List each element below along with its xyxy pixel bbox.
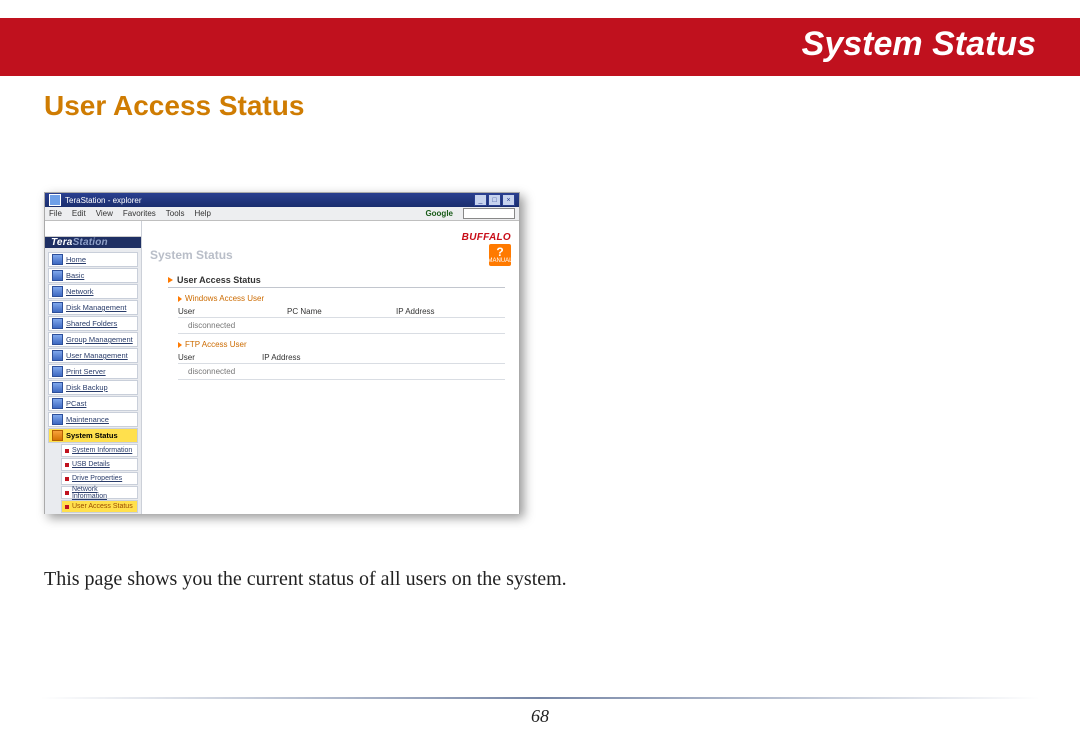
ftp-section-title: FTP Access User (178, 340, 505, 349)
breadcrumb: System Status (150, 248, 233, 262)
page-number: 68 (0, 706, 1080, 727)
subnav-list: System Information USB Details Drive Pro… (61, 444, 141, 514)
page-banner: System Status (0, 18, 1080, 76)
menu-favorites[interactable]: Favorites (123, 209, 156, 218)
ftp-column-headers: User IP Address (178, 352, 505, 364)
product-brand: TeraStation (45, 237, 141, 248)
description-text: This page shows you the current status o… (44, 568, 567, 591)
embedded-screenshot: TeraStation - explorer _ □ × File Edit V… (44, 192, 520, 514)
nav-group-management[interactable]: Group Management (48, 332, 138, 347)
banner-title: System Status (802, 25, 1036, 64)
subnav-drive-properties[interactable]: Drive Properties (61, 472, 138, 485)
menu-tools[interactable]: Tools (166, 209, 185, 218)
nav-print-server[interactable]: Print Server (48, 364, 138, 379)
menu-edit[interactable]: Edit (72, 209, 86, 218)
manual-label: MANUAL (488, 258, 513, 264)
minimize-button[interactable]: _ (474, 194, 487, 206)
google-search-input[interactable] (463, 208, 515, 219)
menu-help[interactable]: Help (194, 209, 210, 218)
nav-network[interactable]: Network (48, 284, 138, 299)
col-pcname: PC Name (287, 307, 396, 316)
windows-section-title: Windows Access User (178, 294, 505, 303)
menu-file[interactable]: File (49, 209, 62, 218)
nav-maintenance[interactable]: Maintenance (48, 412, 138, 427)
footer-divider (40, 697, 1040, 699)
col-ip: IP Address (262, 353, 301, 362)
window-titlebar: TeraStation - explorer _ □ × (45, 193, 519, 207)
subnav-system-information[interactable]: System Information (61, 444, 138, 457)
col-user: User (178, 353, 262, 362)
brand-spacer (45, 221, 141, 237)
panel: User Access Status Windows Access User U… (168, 275, 505, 386)
window-title: TeraStation - explorer (65, 196, 141, 205)
col-user: User (178, 307, 287, 316)
google-toolbar-label: Google (425, 209, 453, 218)
nav-basic[interactable]: Basic (48, 268, 138, 283)
panel-title: User Access Status (177, 275, 261, 285)
nav-disk-backup[interactable]: Disk Backup (48, 380, 138, 395)
ftp-access-section: FTP Access User User IP Address disconne… (178, 340, 505, 380)
windows-column-headers: User PC Name IP Address (178, 306, 505, 318)
nav-disk-management[interactable]: Disk Management (48, 300, 138, 315)
subnav-network-information[interactable]: Network Information (61, 486, 138, 499)
maximize-button[interactable]: □ (488, 194, 501, 206)
nav-list: Home Basic Network Disk Management Share… (45, 252, 141, 444)
subnav-user-access-status[interactable]: User Access Status (61, 500, 138, 513)
left-sidebar: TeraStation Home Basic Network Disk Mana… (45, 221, 142, 514)
triangle-icon (168, 277, 173, 283)
ie-icon (49, 194, 61, 206)
nav-user-management[interactable]: User Management (48, 348, 138, 363)
manual-help-badge[interactable]: ? MANUAL (489, 244, 511, 266)
section-heading: User Access Status (44, 90, 304, 122)
nav-pcast[interactable]: PCast (48, 396, 138, 411)
nav-home[interactable]: Home (48, 252, 138, 267)
panel-header: User Access Status (168, 275, 505, 288)
menu-view[interactable]: View (96, 209, 113, 218)
help-icon: ? (496, 246, 503, 258)
content-area: BUFFALO System Status ? MANUAL User Acce… (142, 221, 519, 514)
nav-shared-folders[interactable]: Shared Folders (48, 316, 138, 331)
buffalo-logo: BUFFALO (462, 232, 511, 243)
triangle-icon (178, 296, 182, 302)
browser-menubar: File Edit View Favorites Tools Help Goog… (45, 207, 519, 221)
subnav-usb-details[interactable]: USB Details (61, 458, 138, 471)
col-ip: IP Address (396, 307, 505, 316)
windows-access-section: Windows Access User User PC Name IP Addr… (178, 294, 505, 334)
ftp-row-value: disconnected (178, 364, 505, 380)
close-button[interactable]: × (502, 194, 515, 206)
nav-system-status[interactable]: System Status (48, 428, 138, 443)
triangle-icon (178, 342, 182, 348)
windows-row-value: disconnected (178, 318, 505, 334)
